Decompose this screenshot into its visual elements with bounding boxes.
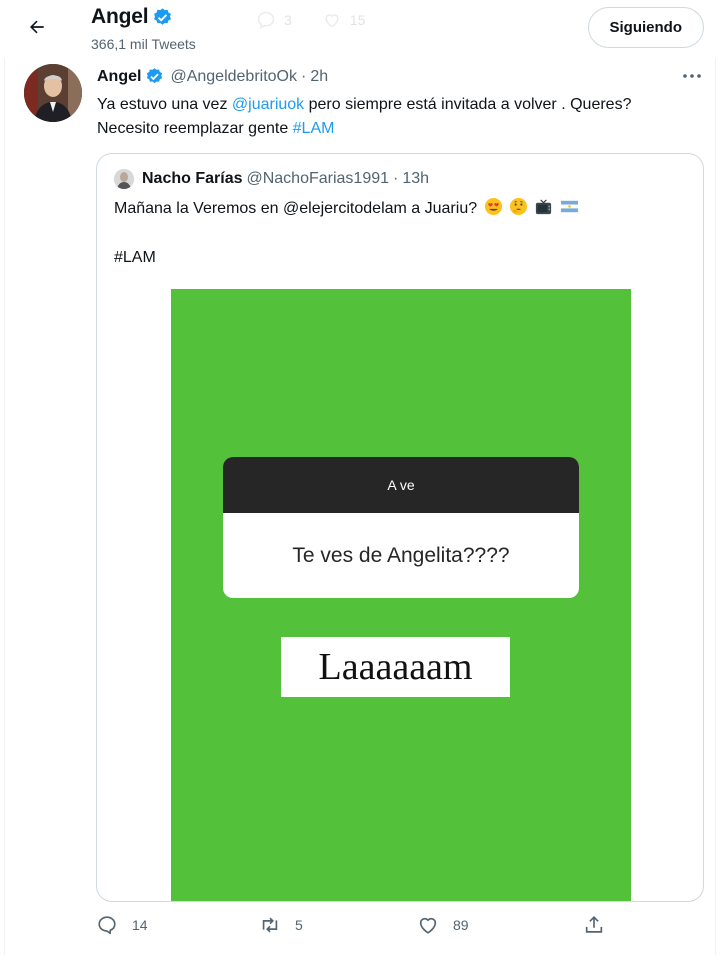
like-icon	[419, 917, 437, 934]
tweet-action-bar: 14 5 89	[96, 914, 706, 946]
verified-badge-icon	[154, 7, 172, 25]
quoted-avatar	[114, 169, 134, 189]
quoted-tweet-header: Nacho Farías @NachoFarias1991 · 13h	[114, 169, 429, 189]
share-button[interactable]	[583, 914, 605, 936]
share-icon	[585, 916, 603, 933]
profile-photo-icon	[24, 64, 82, 122]
tweet-time[interactable]: 2h	[310, 68, 328, 86]
more-options-button[interactable]	[680, 66, 704, 86]
author-name[interactable]: Angel	[97, 68, 141, 86]
quoted-hashtag: #LAM	[114, 249, 156, 266]
story-question-card: A ve Te ves de Angelita????	[223, 457, 579, 598]
thinking-emoji-icon	[509, 197, 528, 216]
mention-link[interactable]: @juariuok	[232, 96, 304, 113]
like-count: 89	[453, 917, 469, 933]
hashtag-link[interactable]: #LAM	[293, 120, 335, 137]
like-button[interactable]: 89	[417, 914, 469, 936]
separator-dot: ·	[300, 67, 307, 85]
retweet-icon	[262, 917, 278, 933]
story-card-header: A ve	[223, 457, 579, 513]
arrow-left-icon	[30, 20, 44, 34]
reply-icon	[98, 916, 116, 935]
profile-photo-icon	[114, 169, 134, 189]
quoted-media-image[interactable]: A ve Te ves de Angelita???? Laaaaaam	[171, 289, 631, 901]
more-dots-icon	[683, 74, 701, 78]
quoted-author-name: Nacho Farías	[142, 170, 243, 187]
television-emoji-icon	[536, 199, 552, 215]
profile-header: 3 15 Angel 366,1 mil Tweets Siguiendo	[0, 0, 720, 58]
reply-count: 14	[132, 917, 148, 933]
faded-tweet-actions: 3 15	[256, 10, 365, 30]
argentina-flag-icon	[560, 200, 578, 213]
profile-name: Angel	[91, 5, 149, 28]
author-handle[interactable]: @AngeldebritoOk	[170, 68, 297, 86]
tweet-count: 366,1 mil Tweets	[91, 36, 196, 52]
quoted-text: Mañana la Veremos en @elejercitodelam a …	[114, 200, 478, 217]
faded-count: 3	[284, 12, 292, 28]
verified-badge-icon	[147, 68, 163, 84]
faded-like: 15	[322, 10, 366, 30]
avatar[interactable]	[24, 64, 82, 122]
reply-button[interactable]: 14	[96, 914, 148, 936]
quoted-tweet[interactable]: Nacho Farías @NachoFarias1991 · 13h Maña…	[96, 153, 704, 902]
faded-count: 15	[349, 12, 366, 28]
quoted-tweet-time: 13h	[402, 170, 430, 187]
reply-icon	[257, 11, 275, 29]
retweet-button[interactable]: 5	[259, 914, 303, 936]
retweet-count: 5	[295, 917, 303, 933]
profile-title: Angel	[91, 5, 173, 29]
story-card-question: Te ves de Angelita????	[292, 543, 510, 567]
quoted-author-handle: @NachoFarias1991	[246, 170, 390, 187]
following-button[interactable]: Siguiendo	[587, 7, 704, 48]
tweet-text: Ya estuvo una vez @juariuok pero siempre…	[97, 93, 697, 141]
tweet-text-part: Ya estuvo una vez	[97, 96, 232, 113]
separator-dot: ·	[393, 170, 399, 187]
heart-icon	[325, 14, 339, 28]
quoted-tweet-text: Mañana la Veremos en @elejercitodelam a …	[114, 197, 684, 221]
story-answer-text: Laaaaaam	[281, 637, 510, 697]
back-button[interactable]	[20, 10, 54, 44]
faded-reply: 3	[256, 10, 292, 30]
tweet-header: Angel @AngeldebritoOk · 2h	[97, 67, 328, 86]
heart-eyes-emoji-icon	[484, 197, 502, 216]
